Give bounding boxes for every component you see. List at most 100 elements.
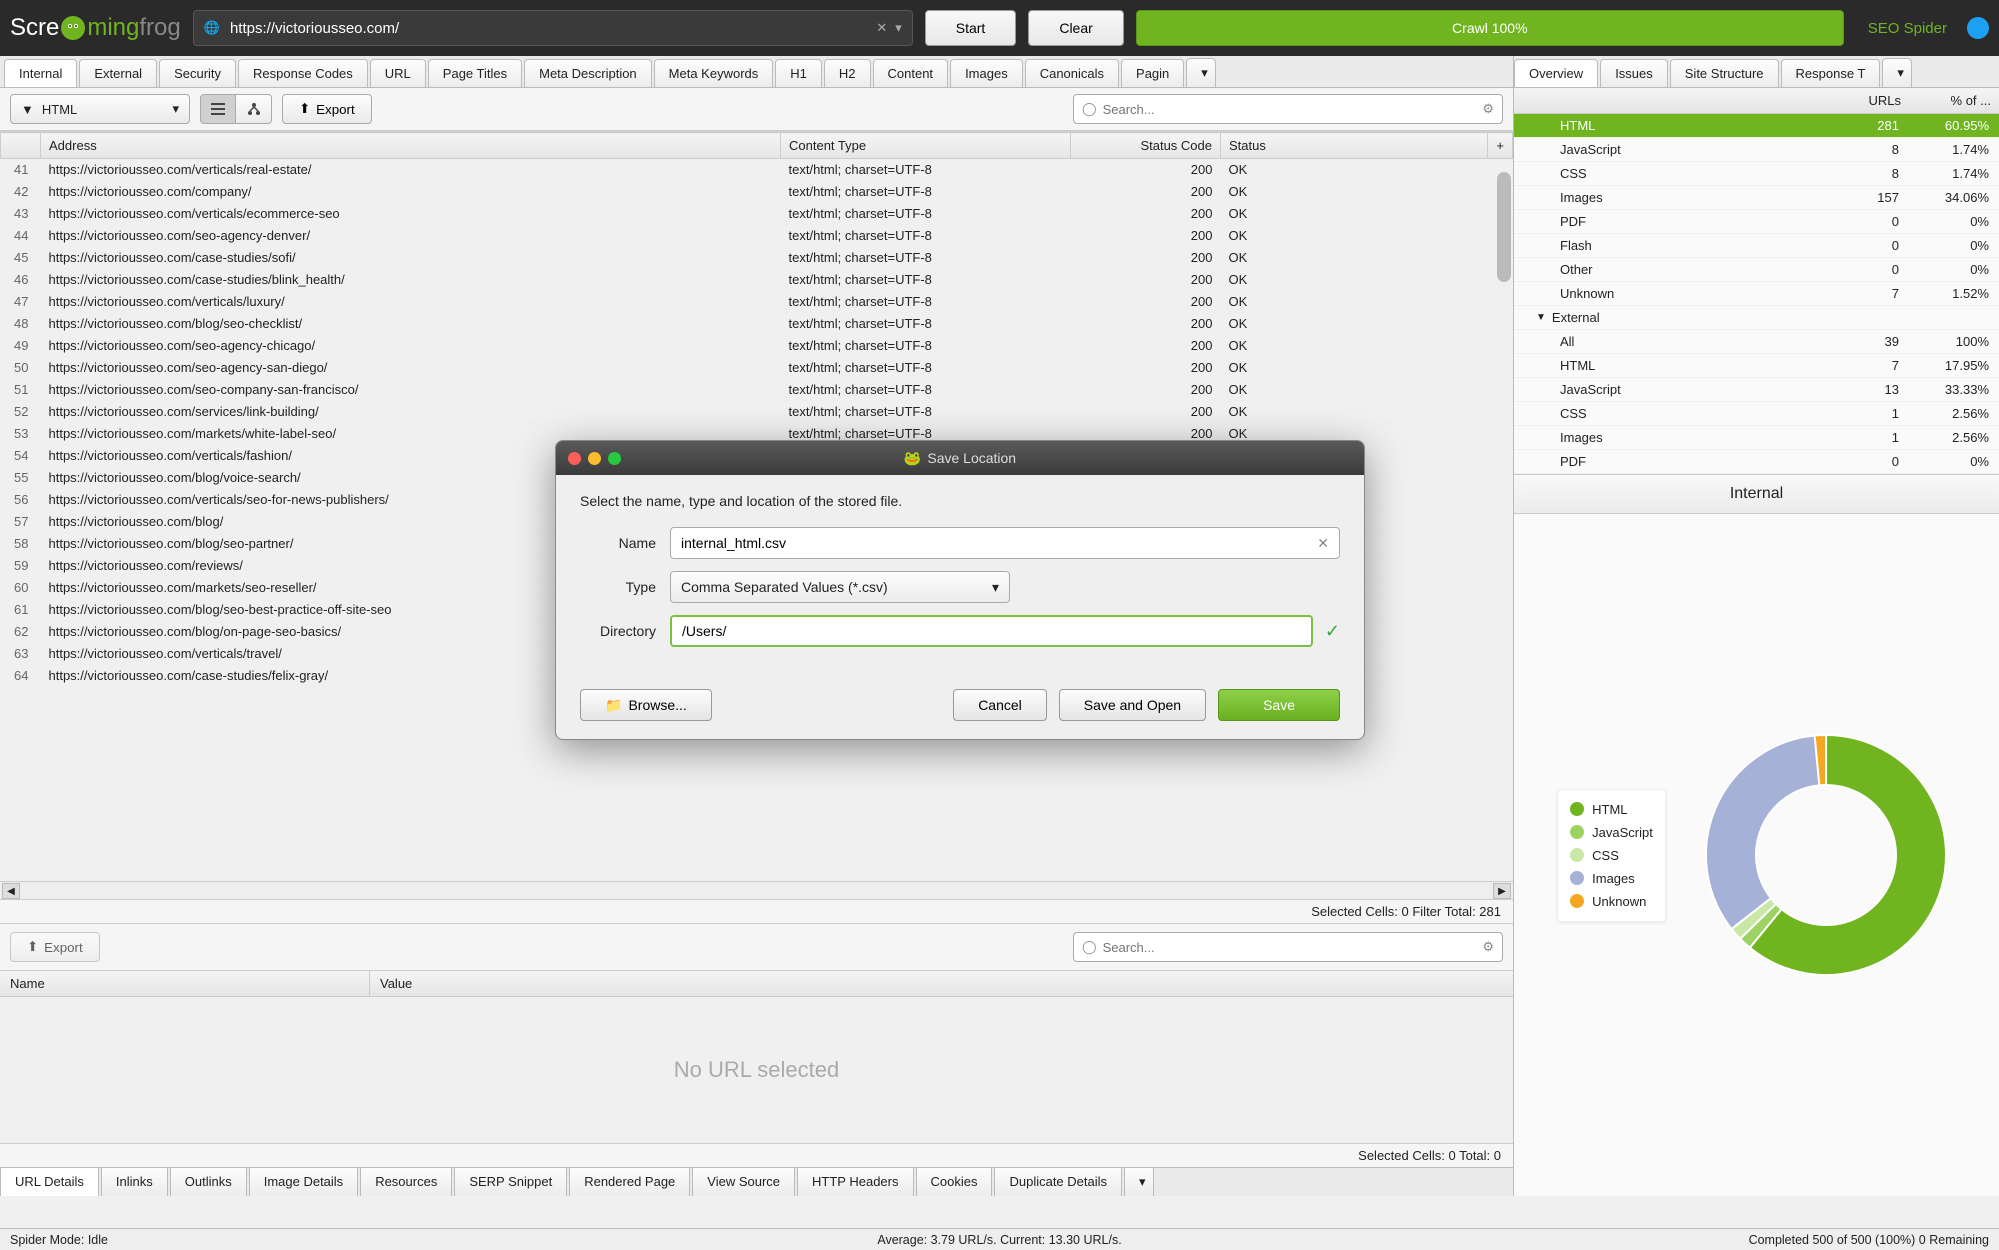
tab-page-titles[interactable]: Page Titles [428, 59, 522, 87]
scroll-right-button[interactable]: ▶ [1493, 883, 1511, 899]
export-button[interactable]: ⬆ Export [282, 94, 372, 124]
right-tabs-overflow[interactable]: ▾ [1882, 58, 1912, 87]
start-button[interactable]: Start [925, 10, 1017, 46]
tab-h2[interactable]: H2 [824, 59, 871, 87]
tab-images[interactable]: Images [950, 59, 1023, 87]
browse-button[interactable]: 📁 Browse... [580, 689, 712, 721]
address-cell[interactable]: https://victoriousseo.com/verticals/ecom… [41, 203, 781, 225]
search-box[interactable]: ◯ ⚙ [1073, 94, 1503, 124]
overview-col-urls[interactable]: URLs [1839, 88, 1909, 113]
bottom-tab-resources[interactable]: Resources [360, 1168, 452, 1196]
lower-export-button[interactable]: ⬆ Export [10, 932, 100, 962]
tab-meta-keywords[interactable]: Meta Keywords [654, 59, 774, 87]
lower-search-box[interactable]: ◯ ⚙ [1073, 932, 1503, 962]
table-row[interactable]: 49 https://victoriousseo.com/seo-agency-… [1, 335, 1513, 357]
bottom-tab-image-details[interactable]: Image Details [249, 1168, 358, 1196]
overview-row-javascript[interactable]: JavaScript1333.33% [1514, 378, 1999, 402]
list-view-button[interactable] [200, 94, 236, 124]
status-header[interactable]: Status [1221, 133, 1488, 159]
filter-dropdown[interactable]: ▼ HTML ▾ [10, 94, 190, 124]
address-cell[interactable]: https://victoriousseo.com/seo-agency-den… [41, 225, 781, 247]
tree-view-button[interactable] [236, 94, 272, 124]
table-row[interactable]: 51 https://victoriousseo.com/seo-company… [1, 379, 1513, 401]
content-type-header[interactable]: Content Type [781, 133, 1071, 159]
bottom-tab-rendered-page[interactable]: Rendered Page [569, 1168, 690, 1196]
overview-col-pct[interactable]: % of ... [1909, 88, 1999, 113]
bottom-tabs-overflow[interactable]: ▾ [1124, 1168, 1154, 1196]
overview-row-css[interactable]: CSS12.56% [1514, 402, 1999, 426]
bottom-tab-url-details[interactable]: URL Details [0, 1168, 99, 1196]
tab-url[interactable]: URL [370, 59, 426, 87]
add-column-button[interactable]: + [1488, 133, 1513, 159]
clear-name-icon[interactable]: ✕ [1317, 535, 1329, 552]
window-minimize-icon[interactable] [588, 452, 601, 465]
search-options-icon[interactable]: ⚙ [1482, 101, 1494, 117]
save-button[interactable]: Save [1218, 689, 1340, 721]
overview-row-other[interactable]: Other00% [1514, 258, 1999, 282]
filetype-select[interactable]: Comma Separated Values (*.csv) ▾ [670, 571, 1010, 603]
table-row[interactable]: 50 https://victoriousseo.com/seo-agency-… [1, 357, 1513, 379]
overview-row-pdf[interactable]: PDF00% [1514, 210, 1999, 234]
overview-row-unknown[interactable]: Unknown71.52% [1514, 282, 1999, 306]
table-row[interactable]: 45 https://victoriousseo.com/case-studie… [1, 247, 1513, 269]
window-zoom-icon[interactable] [608, 452, 621, 465]
right-tab-overview[interactable]: Overview [1514, 59, 1598, 87]
table-row[interactable]: 47 https://victoriousseo.com/verticals/l… [1, 291, 1513, 313]
name-input-wrap[interactable]: ✕ [670, 527, 1340, 559]
table-row[interactable]: 42 https://victoriousseo.com/company/ te… [1, 181, 1513, 203]
overview-row-pdf[interactable]: PDF00% [1514, 450, 1999, 474]
bottom-tab-inlinks[interactable]: Inlinks [101, 1168, 168, 1196]
address-cell[interactable]: https://victoriousseo.com/case-studies/b… [41, 269, 781, 291]
overview-row-css[interactable]: CSS81.74% [1514, 162, 1999, 186]
table-row[interactable]: 46 https://victoriousseo.com/case-studie… [1, 269, 1513, 291]
tab-content[interactable]: Content [873, 59, 949, 87]
tab-h1[interactable]: H1 [775, 59, 822, 87]
overview-row-html[interactable]: HTML717.95% [1514, 354, 1999, 378]
clear-button[interactable]: Clear [1028, 10, 1123, 46]
filename-input[interactable] [681, 535, 1317, 551]
directory-input[interactable] [682, 623, 1301, 639]
directory-input-wrap[interactable] [670, 615, 1313, 647]
name-column-header[interactable]: Name [0, 971, 370, 996]
overview-row-flash[interactable]: Flash00% [1514, 234, 1999, 258]
address-cell[interactable]: https://victoriousseo.com/verticals/real… [41, 159, 781, 181]
vertical-scrollbar[interactable] [1497, 172, 1511, 282]
address-header[interactable]: Address [41, 133, 781, 159]
tab-external[interactable]: External [79, 59, 157, 87]
status-code-header[interactable]: Status Code [1071, 133, 1221, 159]
dialog-titlebar[interactable]: 🐸Save Location [556, 441, 1364, 475]
url-dropdown-icon[interactable]: ▾ [895, 20, 902, 36]
address-cell[interactable]: https://victoriousseo.com/blog/seo-check… [41, 313, 781, 335]
overview-row-images[interactable]: Images15734.06% [1514, 186, 1999, 210]
table-row[interactable]: 43 https://victoriousseo.com/verticals/e… [1, 203, 1513, 225]
right-tab-site-structure[interactable]: Site Structure [1670, 59, 1779, 87]
address-cell[interactable]: https://victoriousseo.com/seo-company-sa… [41, 379, 781, 401]
tabs-overflow-button[interactable]: ▾ [1186, 58, 1216, 87]
cancel-button[interactable]: Cancel [953, 689, 1047, 721]
overview-row-html[interactable]: HTML28160.95% [1514, 114, 1999, 138]
clear-url-icon[interactable]: ✕ [876, 20, 887, 36]
overview-row-images[interactable]: Images12.56% [1514, 426, 1999, 450]
overview-row-javascript[interactable]: JavaScript81.74% [1514, 138, 1999, 162]
address-cell[interactable]: https://victoriousseo.com/seo-agency-san… [41, 357, 781, 379]
tab-pagin[interactable]: Pagin [1121, 59, 1184, 87]
table-row[interactable]: 41 https://victoriousseo.com/verticals/r… [1, 159, 1513, 181]
horizontal-scrollbar[interactable]: ◀ ▶ [0, 881, 1513, 899]
window-close-icon[interactable] [568, 452, 581, 465]
twitter-icon[interactable] [1967, 17, 1989, 39]
lower-search-input[interactable] [1103, 940, 1483, 955]
url-input-box[interactable]: 🌐 ✕ ▾ [193, 10, 913, 46]
donut-slice-images[interactable] [1706, 736, 1819, 929]
tab-response-codes[interactable]: Response Codes [238, 59, 368, 87]
overview-row-external[interactable]: ▼External [1514, 306, 1999, 330]
bottom-tab-http-headers[interactable]: HTTP Headers [797, 1168, 913, 1196]
tab-internal[interactable]: Internal [4, 59, 77, 87]
bottom-tab-view-source[interactable]: View Source [692, 1168, 795, 1196]
value-column-header[interactable]: Value [370, 971, 422, 996]
tab-meta-description[interactable]: Meta Description [524, 59, 652, 87]
table-row[interactable]: 48 https://victoriousseo.com/blog/seo-ch… [1, 313, 1513, 335]
tab-canonicals[interactable]: Canonicals [1025, 59, 1119, 87]
scroll-left-button[interactable]: ◀ [2, 883, 20, 899]
save-and-open-button[interactable]: Save and Open [1059, 689, 1206, 721]
address-cell[interactable]: https://victoriousseo.com/seo-agency-chi… [41, 335, 781, 357]
